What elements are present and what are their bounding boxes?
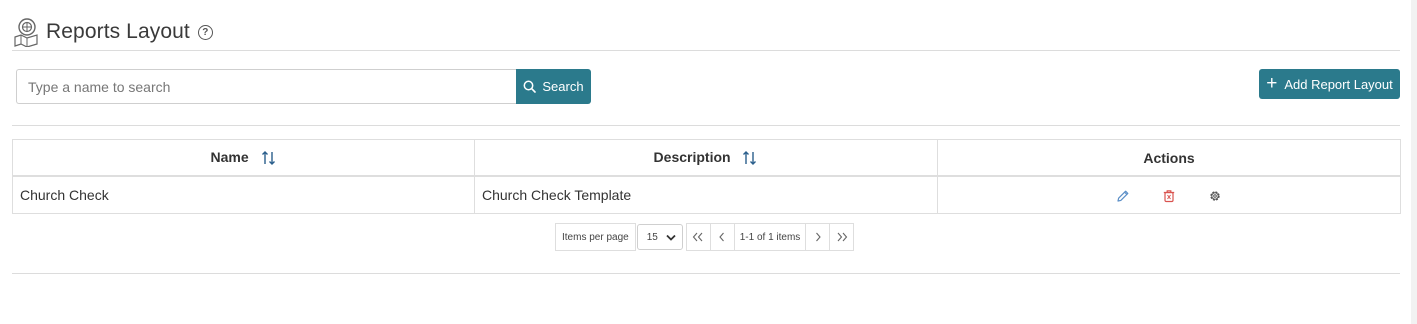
cell-actions xyxy=(937,175,1401,214)
chevrons-left-icon xyxy=(692,232,703,242)
items-per-page-select[interactable]: 15 xyxy=(636,224,683,250)
delete-icon[interactable] xyxy=(1162,189,1176,203)
items-per-page-label: Items per page xyxy=(555,223,636,251)
cell-name: Church Check xyxy=(12,175,475,214)
next-page-button[interactable] xyxy=(805,223,831,251)
edit-icon[interactable] xyxy=(1116,189,1130,203)
sort-icon[interactable] xyxy=(261,150,277,166)
column-header-label: Actions xyxy=(1143,149,1195,166)
add-button-label: Add Report Layout xyxy=(1284,76,1393,92)
column-header-description[interactable]: Description xyxy=(474,139,938,177)
page-scrollbar[interactable] xyxy=(1411,0,1417,324)
chevron-down-icon xyxy=(666,234,676,241)
items-per-page-value: 15 xyxy=(646,231,658,243)
add-report-layout-button[interactable]: + Add Report Layout xyxy=(1259,69,1400,99)
cell-description: Church Check Template xyxy=(474,175,938,214)
column-header-label: Name xyxy=(210,148,249,165)
chevron-right-icon xyxy=(815,232,821,242)
plus-icon: + xyxy=(1266,72,1278,94)
page-header: Reports Layout ? xyxy=(12,14,213,50)
previous-page-button[interactable] xyxy=(709,223,735,251)
chevron-left-icon xyxy=(719,232,725,242)
settings-gear-icon[interactable] xyxy=(1208,189,1222,203)
chevrons-right-icon xyxy=(837,232,848,242)
report-layouts-table: Name Description Actions Church Check Ch… xyxy=(12,139,1401,214)
table-row[interactable]: Church Check Church Check Template xyxy=(12,175,1401,214)
toolbar-divider xyxy=(12,125,1400,126)
header-divider xyxy=(12,50,1400,51)
sort-icon[interactable] xyxy=(742,150,758,166)
reports-logo-icon xyxy=(14,18,38,47)
search-button-label: Search xyxy=(542,79,584,94)
footer-divider xyxy=(12,273,1400,274)
first-page-button[interactable] xyxy=(685,223,711,251)
table-header-row: Name Description Actions xyxy=(12,139,1401,177)
page-title: Reports Layout xyxy=(46,20,190,43)
search-button[interactable]: Search xyxy=(516,69,591,104)
page-info: 1-1 of 1 items xyxy=(733,223,807,251)
search-bar: Search xyxy=(16,69,591,104)
search-input[interactable] xyxy=(16,69,516,104)
last-page-button[interactable] xyxy=(829,223,855,251)
help-icon[interactable]: ? xyxy=(197,24,213,40)
search-icon xyxy=(523,80,537,93)
column-header-name[interactable]: Name xyxy=(12,139,475,177)
column-header-actions: Actions xyxy=(937,139,1401,177)
pagination: Items per page 15 1-1 of 1 items xyxy=(555,223,855,251)
column-header-label: Description xyxy=(653,148,731,165)
